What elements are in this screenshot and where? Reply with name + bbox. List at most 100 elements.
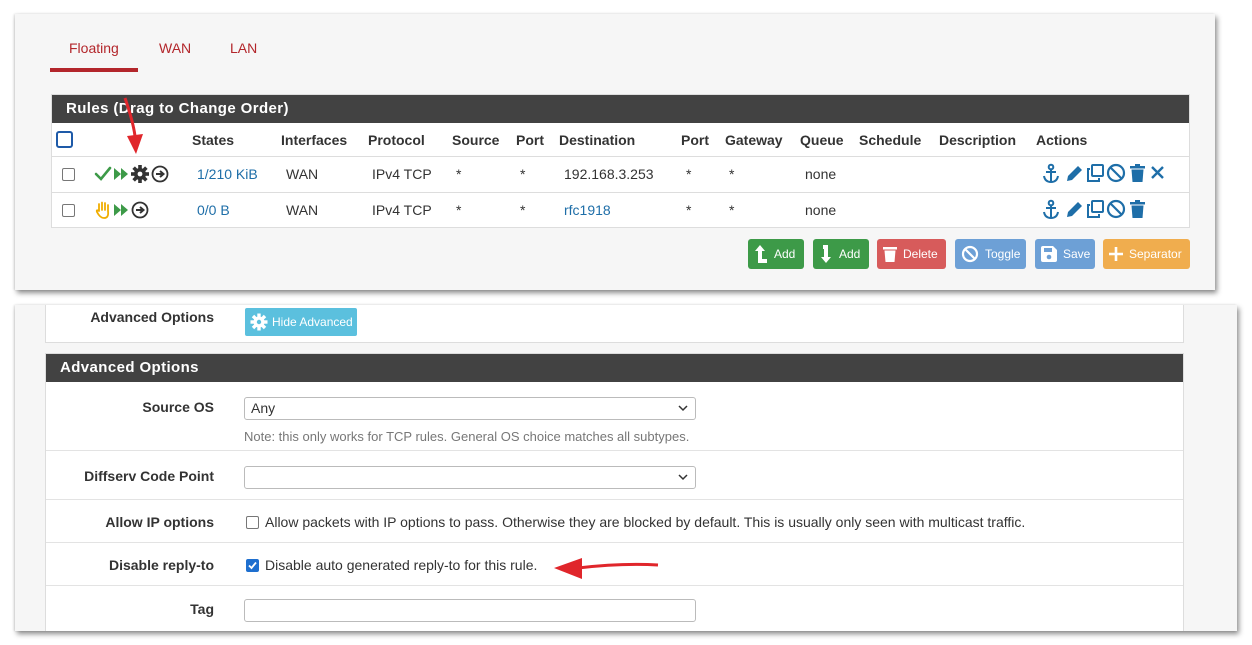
rules-table: Rules (Drag to Change Order) States Inte… — [51, 94, 1190, 228]
col-destination[interactable]: Destination — [559, 132, 635, 148]
source-os-note: Note: this only works for TCP rules. Gen… — [244, 429, 690, 444]
trash-icon — [1130, 164, 1145, 182]
col-gateway[interactable]: Gateway — [725, 132, 783, 148]
source-os-label: Source OS — [142, 399, 214, 415]
rule-states[interactable]: 0/0 B — [197, 202, 230, 218]
anchor-icon — [1043, 199, 1059, 220]
tag-label: Tag — [190, 601, 214, 617]
diffserv-select[interactable] — [244, 466, 696, 489]
col-dest-port[interactable]: Port — [681, 132, 709, 148]
rule-actions — [1042, 163, 1168, 185]
rule-actions — [1042, 199, 1148, 221]
anchor-icon — [1043, 163, 1059, 184]
rule-destination: 192.168.3.253 — [564, 166, 654, 182]
rule-source: * — [456, 202, 462, 218]
advanced-options-title: Advanced Options — [46, 354, 1183, 382]
col-description[interactable]: Description — [939, 132, 1016, 148]
allow-ip-options-label: Allow IP options — [105, 514, 214, 530]
rule-protocol: IPv4 TCP — [372, 202, 432, 218]
check-icon — [248, 561, 257, 570]
disable-icon — [1106, 199, 1126, 219]
allow-ip-options-checkbox[interactable] — [246, 516, 259, 529]
toggle-button[interactable]: Toggle — [955, 239, 1026, 269]
col-protocol[interactable]: Protocol — [368, 132, 425, 148]
disable-reply-to-text: Disable auto generated reply-to for this… — [265, 557, 538, 573]
tab-lan[interactable]: LAN — [230, 40, 257, 56]
arrow-down-icon — [821, 245, 831, 263]
diffserv-label: Diffserv Code Point — [84, 468, 214, 484]
select-all-checkbox[interactable] — [56, 131, 73, 148]
tab-wan[interactable]: WAN — [159, 40, 191, 56]
source-os-row: Source OS Any Note: this only works for … — [46, 382, 1183, 451]
separator-button[interactable]: Separator — [1103, 239, 1190, 269]
rule-edit-panel: Advanced Options Hide Advanced Advanced … — [15, 305, 1237, 631]
row-checkbox[interactable] — [62, 204, 75, 217]
col-schedule[interactable]: Schedule — [859, 132, 921, 148]
col-source-port[interactable]: Port — [516, 132, 544, 148]
tag-input[interactable] — [244, 599, 696, 622]
forward-icon — [114, 204, 128, 216]
delete-button[interactable]: Delete — [877, 239, 946, 269]
hide-advanced-button[interactable]: Hide Advanced — [245, 308, 357, 336]
col-actions: Actions — [1036, 132, 1088, 148]
arrow-circle-icon — [151, 165, 169, 183]
col-source[interactable]: Source — [452, 132, 499, 148]
source-os-select[interactable]: Any — [244, 397, 696, 420]
trash-icon — [883, 247, 897, 262]
rules-table-title: Rules (Drag to Change Order) — [52, 95, 1189, 123]
copy-icon — [1087, 200, 1104, 218]
disable-icon — [961, 245, 979, 263]
arrow-circle-icon — [131, 201, 149, 219]
arrow-up-icon — [755, 245, 767, 263]
chevron-down-icon — [678, 405, 688, 412]
diffserv-row: Diffserv Code Point — [46, 451, 1183, 500]
disable-reply-to-checkbox[interactable] — [246, 559, 259, 572]
allow-ip-options-text: Allow packets with IP options to pass. O… — [265, 514, 1026, 530]
add-bottom-button[interactable]: Add — [813, 239, 869, 269]
rule-destination-link[interactable]: rfc1918 — [564, 202, 611, 218]
save-icon — [1041, 246, 1057, 262]
col-interfaces[interactable]: Interfaces — [281, 132, 347, 148]
col-queue[interactable]: Queue — [800, 132, 844, 148]
plus-icon — [1109, 247, 1123, 261]
copy-icon — [1087, 164, 1104, 182]
rule-dest-port: * — [686, 202, 692, 218]
pencil-icon — [1067, 202, 1082, 217]
firewall-rules-panel: Floating WAN LAN Rules (Drag to Change O… — [15, 14, 1215, 290]
gear-icon — [250, 313, 268, 331]
table-row[interactable]: 1/210 KiB WAN IPv4 TCP * * 192.168.3.253… — [52, 157, 1189, 193]
rule-states[interactable]: 1/210 KiB — [197, 166, 258, 182]
disable-reply-to-label: Disable reply-to — [108, 557, 214, 573]
advanced-options-section: Advanced Options Source OS Any Note: thi… — [45, 353, 1184, 631]
rule-source: * — [456, 166, 462, 182]
hand-icon — [95, 201, 110, 219]
check-icon — [94, 166, 112, 181]
close-icon — [1151, 166, 1164, 179]
rule-source-port: * — [520, 202, 526, 218]
rule-status-icons — [94, 164, 174, 184]
rule-source-port: * — [520, 166, 526, 182]
rule-gateway: * — [729, 166, 735, 182]
advanced-options-toggle-row: Advanced Options Hide Advanced — [45, 305, 1184, 343]
trash-icon — [1130, 200, 1145, 218]
col-states[interactable]: States — [192, 132, 234, 148]
disable-icon — [1106, 163, 1126, 183]
forward-icon — [114, 168, 128, 180]
rule-interfaces: WAN — [286, 166, 319, 182]
tab-floating[interactable]: Floating — [69, 40, 119, 56]
table-row[interactable]: 0/0 B WAN IPv4 TCP * * rfc1918 * * none — [52, 193, 1189, 228]
save-button[interactable]: Save — [1035, 239, 1095, 269]
add-top-button[interactable]: Add — [748, 239, 804, 269]
pencil-icon — [1067, 166, 1082, 181]
rule-dest-port: * — [686, 166, 692, 182]
rule-gateway: * — [729, 202, 735, 218]
gear-icon — [131, 165, 149, 183]
row-checkbox[interactable] — [62, 168, 75, 181]
allow-ip-options-row: Allow IP options Allow packets with IP o… — [46, 500, 1183, 543]
rule-queue: none — [805, 166, 837, 182]
rule-status-icons — [94, 200, 174, 220]
rule-queue: none — [805, 202, 837, 218]
advanced-options-label: Advanced Options — [90, 309, 214, 325]
tag-row: Tag — [46, 586, 1183, 631]
rule-protocol: IPv4 TCP — [372, 166, 432, 182]
